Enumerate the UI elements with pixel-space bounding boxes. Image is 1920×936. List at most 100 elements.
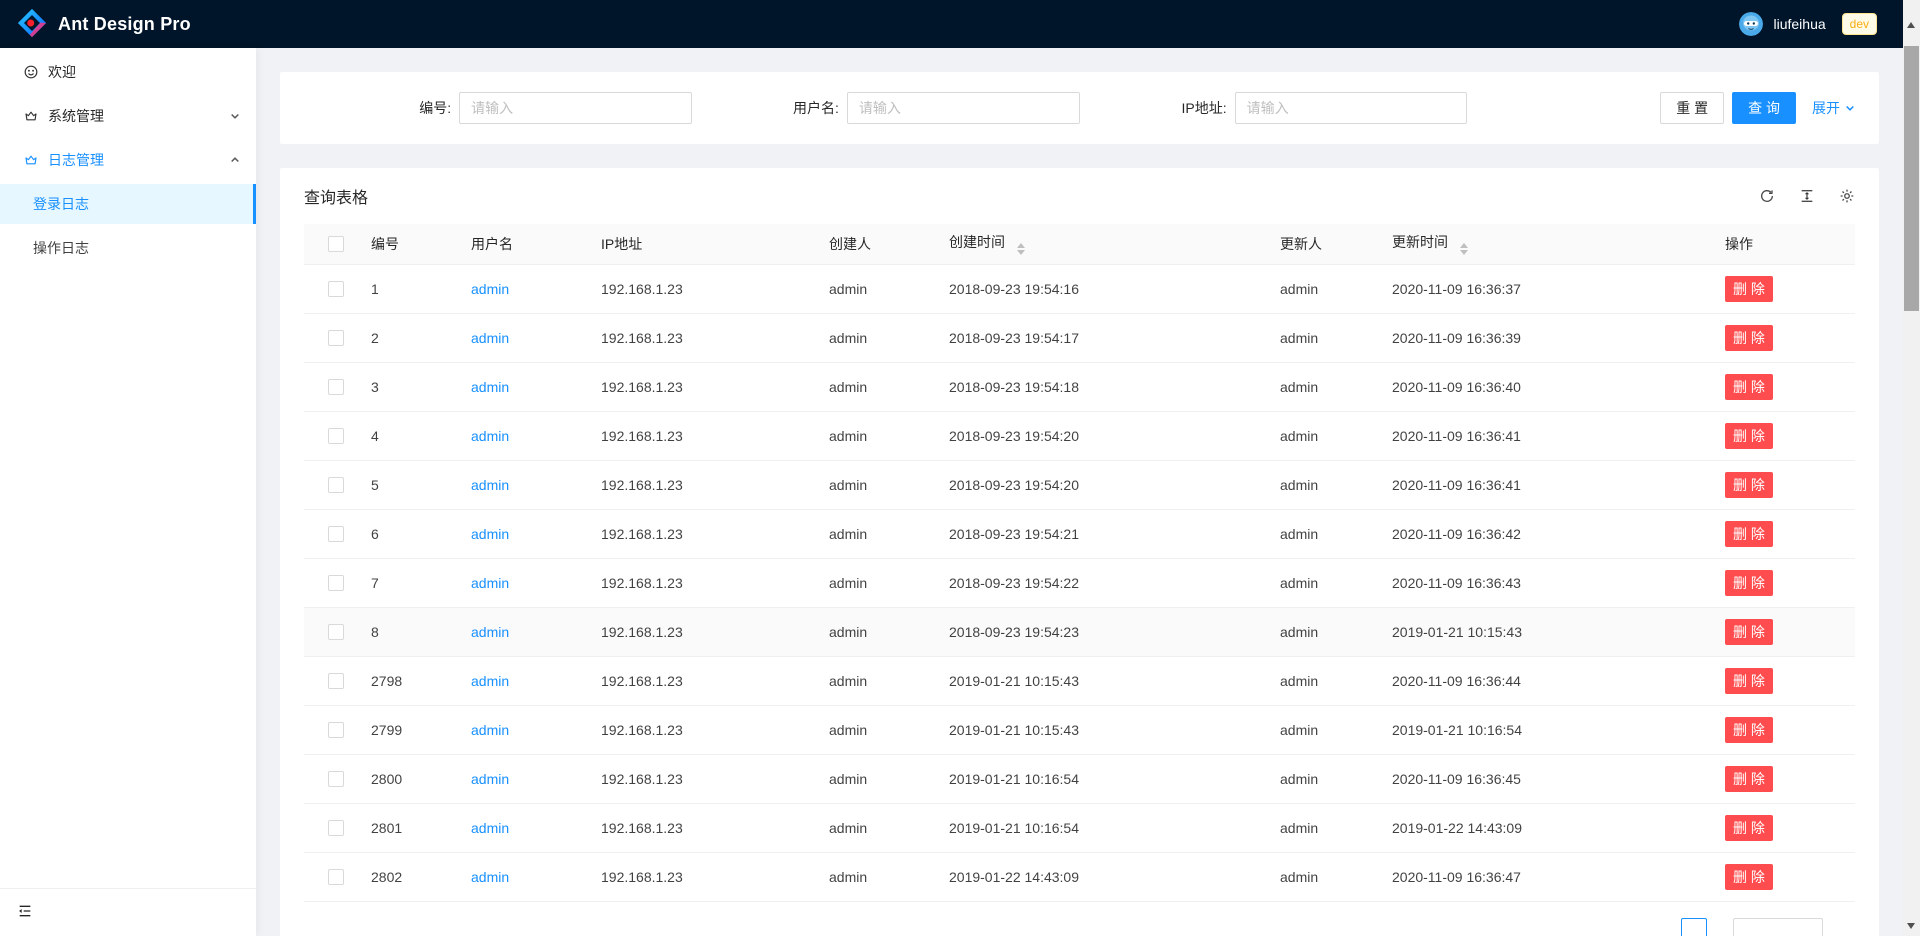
column-header-updated-at[interactable]: 更新时间 [1392,224,1725,264]
cell-ip: 192.168.1.23 [601,264,829,313]
cell-created-at: 2019-01-21 10:16:54 [949,803,1280,852]
delete-button[interactable]: 删 除 [1725,864,1773,890]
delete-button[interactable]: 删 除 [1725,668,1773,694]
username-link[interactable]: admin [471,575,509,591]
settings-icon[interactable] [1839,188,1855,204]
delete-button[interactable]: 删 除 [1725,717,1773,743]
table-row: 1 admin 192.168.1.23 admin 2018-09-23 19… [304,264,1855,313]
app-viewport: Ant Design Pro liufeihua dev [0,0,1920,936]
cell-creator: admin [829,656,949,705]
row-checkbox[interactable] [328,722,344,738]
sort-icon[interactable] [1017,243,1025,255]
reset-button[interactable]: 重 置 [1660,92,1724,124]
row-checkbox[interactable] [328,526,344,542]
cell-ip: 192.168.1.23 [601,754,829,803]
username-link[interactable]: admin [471,526,509,542]
username-link[interactable]: admin [471,771,509,787]
pagination-page-1[interactable] [1681,918,1707,936]
sidebar-item-label: 日志管理 [48,150,104,170]
sidebar-item-welcome[interactable]: 欢迎 [0,52,256,92]
search-actions: 重 置 查 询 展开 [1467,92,1855,124]
column-header-created-at[interactable]: 创建时间 [949,224,1280,264]
row-checkbox[interactable] [328,281,344,297]
delete-button[interactable]: 删 除 [1725,570,1773,596]
delete-button[interactable]: 删 除 [1725,423,1773,449]
sidebar-item-log-management[interactable]: 日志管理 [0,140,256,180]
row-checkbox[interactable] [328,575,344,591]
username-link[interactable]: admin [471,330,509,346]
cell-ip: 192.168.1.23 [601,607,829,656]
cell-ip: 192.168.1.23 [601,313,829,362]
scroll-up-icon[interactable] [1907,22,1915,28]
username-link[interactable]: admin [471,820,509,836]
row-checkbox[interactable] [328,820,344,836]
cell-created-at: 2019-01-21 10:15:43 [949,656,1280,705]
crown-icon [24,109,38,123]
sidebar-item-system-management[interactable]: 系统管理 [0,96,256,136]
sort-icon[interactable] [1460,243,1468,255]
username-link[interactable]: admin [471,281,509,297]
vertical-scrollbar[interactable] [1903,0,1920,936]
row-checkbox[interactable] [328,673,344,689]
density-icon[interactable] [1799,188,1815,204]
logo[interactable]: Ant Design Pro [16,7,191,42]
pagination-size-select[interactable] [1733,918,1823,936]
sidebar-item-operation-log[interactable]: 操作日志 [0,228,256,268]
delete-button[interactable]: 删 除 [1725,325,1773,351]
delete-button[interactable]: 删 除 [1725,374,1773,400]
header-user-area[interactable]: liufeihua dev [1739,12,1877,36]
row-checkbox[interactable] [328,869,344,885]
delete-button[interactable]: 删 除 [1725,766,1773,792]
delete-button[interactable]: 删 除 [1725,472,1773,498]
username-link[interactable]: admin [471,869,509,885]
cell-creator: admin [829,852,949,901]
id-input[interactable] [459,92,692,124]
scrollbar-thumb[interactable] [1904,46,1919,311]
delete-button[interactable]: 删 除 [1725,815,1773,841]
row-checkbox[interactable] [328,624,344,640]
column-label: 更新时间 [1392,234,1448,250]
delete-button[interactable]: 删 除 [1725,276,1773,302]
username-link[interactable]: admin [471,673,509,689]
cell-updater: admin [1280,558,1392,607]
row-checkbox[interactable] [328,330,344,346]
row-checkbox[interactable] [328,428,344,444]
username-link[interactable]: admin [471,477,509,493]
expand-toggle[interactable]: 展开 [1812,98,1855,118]
sidebar-collapse-button[interactable] [0,888,256,936]
user-name[interactable]: liufeihua [1773,16,1825,32]
row-checkbox[interactable] [328,771,344,787]
main-content: 编号: 用户名: IP地址: 重 置 查 [256,48,1903,936]
cell-updater: admin [1280,313,1392,362]
username-link[interactable]: admin [471,722,509,738]
cell-updated-at: 2020-11-09 16:36:45 [1392,754,1725,803]
row-checkbox[interactable] [328,477,344,493]
username-link[interactable]: admin [471,624,509,640]
cell-updater: admin [1280,705,1392,754]
user-avatar[interactable] [1739,12,1763,36]
field-username: 用户名: [692,92,1080,124]
cell-ip: 192.168.1.23 [601,558,829,607]
cell-updated-at: 2020-11-09 16:36:43 [1392,558,1725,607]
sidebar-item-login-log[interactable]: 登录日志 [0,184,256,224]
cell-ip: 192.168.1.23 [601,362,829,411]
cell-creator: admin [829,313,949,362]
cell-creator: admin [829,558,949,607]
row-checkbox[interactable] [328,379,344,395]
username-link[interactable]: admin [471,379,509,395]
cell-created-at: 2018-09-23 19:54:17 [949,313,1280,362]
sidebar: 欢迎 系统管理 [0,48,256,936]
delete-button[interactable]: 删 除 [1725,619,1773,645]
column-header-creator: 创建人 [829,224,949,264]
cell-ip: 192.168.1.23 [601,656,829,705]
reload-icon[interactable] [1759,188,1775,204]
select-all-checkbox[interactable] [328,236,344,252]
scroll-down-icon[interactable] [1907,923,1915,929]
search-button[interactable]: 查 询 [1732,92,1796,124]
cell-id: 2801 [371,803,471,852]
username-link[interactable]: admin [471,428,509,444]
delete-button[interactable]: 删 除 [1725,521,1773,547]
username-input[interactable] [847,92,1080,124]
ip-input[interactable] [1235,92,1468,124]
query-table: 编号 用户名 IP地址 创建人 创建时间 更新人 更新时间 [304,224,1855,902]
